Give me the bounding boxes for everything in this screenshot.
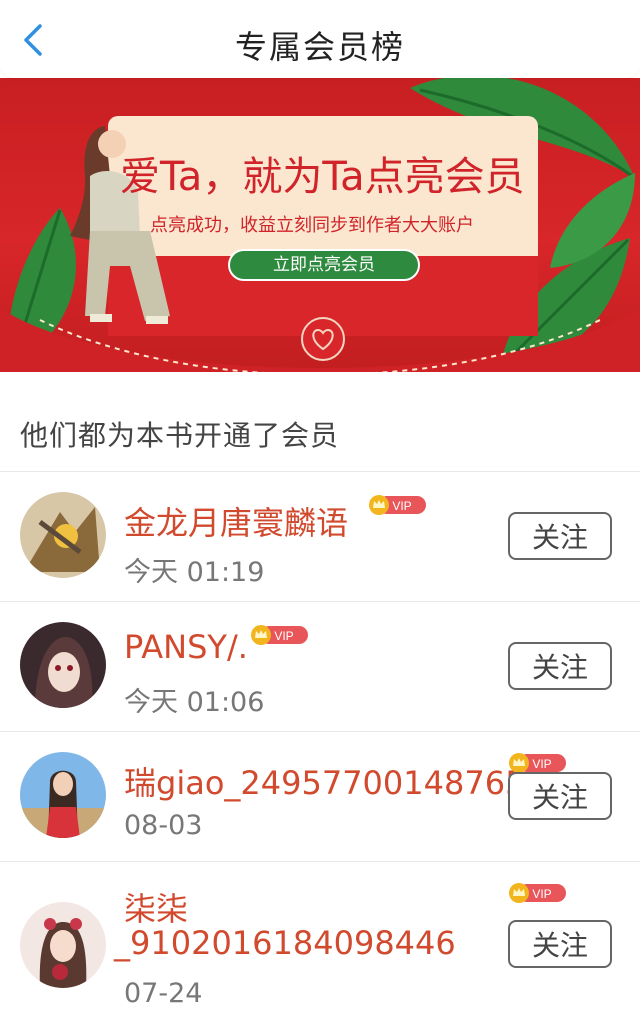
avatar[interactable] — [20, 902, 106, 988]
banner-headline: 爱Ta，就为Ta点亮会员 — [120, 154, 525, 200]
member-row[interactable]: 瑞giao_24957700148765 VIP 08-03 关注 — [0, 732, 640, 862]
vip-badge-icon: VIP — [509, 753, 566, 773]
follow-button[interactable]: 关注 — [508, 512, 612, 560]
member-row[interactable]: PANSY/. VIP 今天 01:06 关注 — [0, 602, 640, 732]
vip-badge-icon: VIP — [509, 883, 566, 903]
heart-seal-icon — [301, 317, 345, 361]
member-name[interactable]: 金龙月唐寰麟语 — [124, 498, 348, 544]
member-name[interactable]: PANSY/. — [124, 628, 248, 666]
avatar[interactable] — [20, 492, 106, 578]
leaf-decoration-icon — [550, 173, 635, 268]
member-row[interactable]: 柒柒 _9102016184098446 VIP 07-24 关注 — [0, 862, 640, 1026]
vip-label: VIP — [392, 499, 411, 513]
vip-label: VIP — [274, 629, 293, 643]
avatar[interactable] — [20, 752, 106, 838]
member-time: 08-03 — [124, 810, 203, 841]
section-title: 他们都为本书开通了会员 — [20, 419, 340, 452]
banner-subline: 点亮成功，收益立刻同步到作者大大账户 — [150, 215, 474, 236]
vip-label: VIP — [532, 887, 551, 901]
avatar[interactable] — [20, 622, 106, 708]
vip-badge-icon: VIP — [369, 495, 426, 515]
follow-button[interactable]: 关注 — [508, 920, 612, 968]
follow-button[interactable]: 关注 — [508, 642, 612, 690]
vip-badge-icon: VIP — [251, 625, 308, 645]
member-time: 今天 01:19 — [124, 557, 265, 588]
follow-button[interactable]: 关注 — [508, 772, 612, 820]
member-row[interactable]: 金龙月唐寰麟语 VIP 今天 01:19 关注 — [0, 472, 640, 602]
top-bar: 专属会员榜 — [0, 0, 640, 78]
promo-banner[interactable]: 爱Ta，就为Ta点亮会员 点亮成功，收益立刻同步到作者大大账户 立即点亮会员 — [0, 78, 640, 372]
member-name[interactable]: 瑞giao_24957700148765 — [124, 758, 525, 804]
activate-membership-button[interactable]: 立即点亮会员 — [228, 249, 420, 281]
vip-label: VIP — [532, 757, 551, 771]
member-time: 07-24 — [124, 978, 203, 1009]
member-time: 今天 01:06 — [124, 687, 265, 718]
page-title: 专属会员榜 — [234, 28, 405, 66]
member-name-line2[interactable]: _9102016184098446 — [114, 924, 456, 962]
